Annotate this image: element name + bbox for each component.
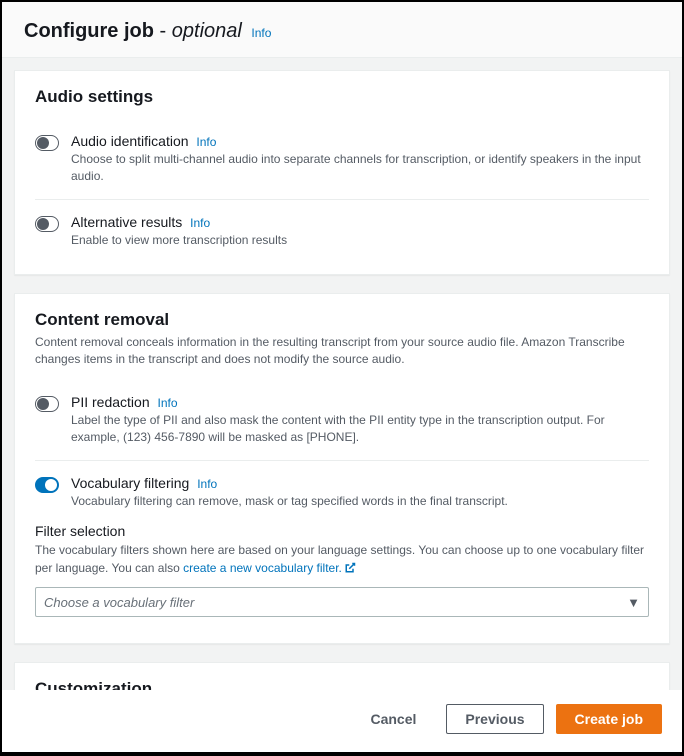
page-info-link[interactable]: Info	[251, 26, 271, 40]
audio-identification-desc: Choose to split multi-channel audio into…	[71, 151, 649, 185]
page-header: Configure job - optional Info	[2, 2, 682, 58]
audio-settings-body: Audio identification Info Choose to spli…	[15, 115, 669, 274]
pii-redaction-text: PII redaction Info Label the type of PII…	[71, 394, 649, 446]
pii-redaction-row: PII redaction Info Label the type of PII…	[35, 380, 649, 461]
create-job-button[interactable]: Create job	[556, 704, 662, 734]
vocabulary-filtering-info-link[interactable]: Info	[197, 477, 217, 491]
vocabulary-filtering-desc: Vocabulary filtering can remove, mask or…	[71, 493, 649, 510]
customization-panel: Customization Custom vocabulary Info A c…	[14, 662, 670, 690]
pii-redaction-info-link[interactable]: Info	[158, 396, 178, 410]
content-removal-body: PII redaction Info Label the type of PII…	[15, 376, 669, 643]
alternative-results-desc: Enable to view more transcription result…	[71, 232, 649, 249]
audio-settings-header: Audio settings	[15, 71, 669, 115]
customization-title: Customization	[35, 679, 649, 690]
alternative-results-row: Alternative results Info Enable to view …	[35, 200, 649, 263]
external-link-icon	[344, 561, 356, 579]
previous-button[interactable]: Previous	[446, 704, 543, 734]
alternative-results-toggle[interactable]	[35, 216, 59, 232]
page-container: Configure job - optional Info Audio sett…	[2, 2, 682, 752]
audio-settings-title: Audio settings	[35, 87, 649, 107]
vocabulary-filter-select[interactable]: Choose a vocabulary filter ▼	[35, 587, 649, 617]
filter-selection-desc: The vocabulary filters shown here are ba…	[35, 541, 649, 579]
customization-header: Customization	[15, 663, 669, 690]
audio-identification-label: Audio identification Info	[71, 133, 649, 149]
alternative-results-label: Alternative results Info	[71, 214, 649, 230]
audio-identification-text: Audio identification Info Choose to spli…	[71, 133, 649, 185]
pii-redaction-toggle[interactable]	[35, 396, 59, 412]
caret-down-icon: ▼	[627, 595, 640, 610]
alternative-results-info-link[interactable]: Info	[190, 216, 210, 230]
filter-selection-block: Filter selection The vocabulary filters …	[35, 513, 649, 631]
page-title: Configure job - optional Info	[24, 20, 271, 42]
vocabulary-filtering-toggle[interactable]	[35, 477, 59, 493]
audio-identification-toggle[interactable]	[35, 135, 59, 151]
cancel-button[interactable]: Cancel	[352, 705, 434, 733]
pii-redaction-label: PII redaction Info	[71, 394, 649, 410]
content-removal-header: Content removal Content removal conceals…	[15, 294, 669, 376]
alternative-results-text: Alternative results Info Enable to view …	[71, 214, 649, 249]
page-title-strong: Configure job	[24, 20, 154, 42]
vocabulary-filtering-label: Vocabulary filtering Info	[71, 475, 649, 491]
audio-identification-info-link[interactable]: Info	[196, 135, 216, 149]
filter-selection-label: Filter selection	[35, 523, 649, 539]
pii-redaction-desc: Label the type of PII and also mask the …	[71, 412, 649, 446]
content-area: Audio settings Audio identification Info…	[2, 58, 682, 690]
vocabulary-filtering-row: Vocabulary filtering Info Vocabulary fil…	[35, 461, 649, 514]
vocabulary-filtering-text: Vocabulary filtering Info Vocabulary fil…	[71, 475, 649, 510]
audio-settings-panel: Audio settings Audio identification Info…	[14, 70, 670, 275]
content-removal-title: Content removal	[35, 310, 649, 330]
audio-identification-row: Audio identification Info Choose to spli…	[35, 119, 649, 200]
vocabulary-filter-placeholder: Choose a vocabulary filter	[44, 595, 194, 610]
footer: Cancel Previous Create job	[2, 690, 682, 752]
page-title-optional: optional	[172, 20, 242, 42]
create-vocabulary-filter-link[interactable]: create a new vocabulary filter.	[183, 561, 356, 575]
content-removal-panel: Content removal Content removal conceals…	[14, 293, 670, 644]
content-removal-desc: Content removal conceals information in …	[35, 334, 649, 368]
